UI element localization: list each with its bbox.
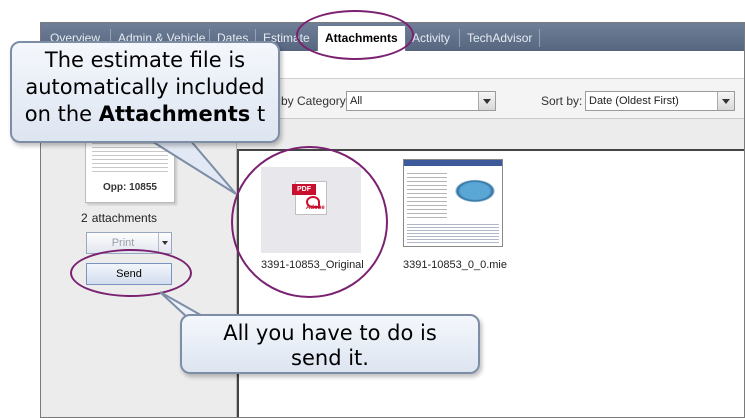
callout-line: All you have to do is (223, 321, 437, 345)
tab-separator (539, 29, 540, 47)
callout-send-info: All you have to do is send it. (180, 314, 480, 374)
estimate-thumbnail (403, 159, 503, 247)
callout-text: on the (24, 102, 99, 126)
highlight-ring-send (70, 249, 192, 297)
highlight-ring-file (231, 146, 388, 298)
thumbnail-header (404, 160, 502, 166)
opportunity-label: Opp: 10855 (103, 182, 157, 193)
category-filter-label: by Category: (281, 94, 350, 108)
document-lines (92, 140, 168, 174)
print-button-label: Print (111, 237, 135, 249)
chevron-down-icon[interactable] (717, 92, 734, 110)
opportunity-document-thumbnail[interactable]: Opp: 10855 (85, 133, 175, 203)
file-name: 3391-10853_0_0.mie (403, 259, 507, 271)
callout-attachments-info: The estimate file is automatically inclu… (10, 41, 280, 143)
callout-line: automatically included (25, 75, 265, 99)
attachment-tile-mie[interactable]: 3391-10853_0_0.mie (389, 151, 519, 281)
thumbnail-table (407, 222, 499, 244)
callout-bold-text: Attachments (98, 102, 251, 126)
attachment-count: 2 attachments (81, 211, 157, 225)
chevron-down-icon[interactable] (478, 92, 495, 110)
thumbnail-text (407, 170, 447, 218)
callout-text: t (250, 102, 266, 126)
highlight-ring-tab (296, 10, 414, 60)
sort-select-value: Date (Oldest First) (589, 95, 679, 107)
callout-line: send it. (291, 346, 369, 370)
tab-techadvisor[interactable]: TechAdvisor (460, 26, 539, 51)
callout-line: The estimate file is (44, 48, 246, 72)
sort-select[interactable]: Date (Oldest First) (585, 91, 735, 111)
category-select-value: All (350, 95, 363, 107)
category-select[interactable]: All (346, 91, 496, 111)
car-diagram-icon (452, 178, 498, 204)
chevron-down-icon[interactable] (158, 233, 171, 253)
attachment-count-number: 2 (81, 211, 88, 225)
attachment-count-word: attachments (91, 211, 158, 225)
sort-label: Sort by: (541, 94, 583, 108)
callout-line: on the Attachments t (12, 101, 278, 128)
